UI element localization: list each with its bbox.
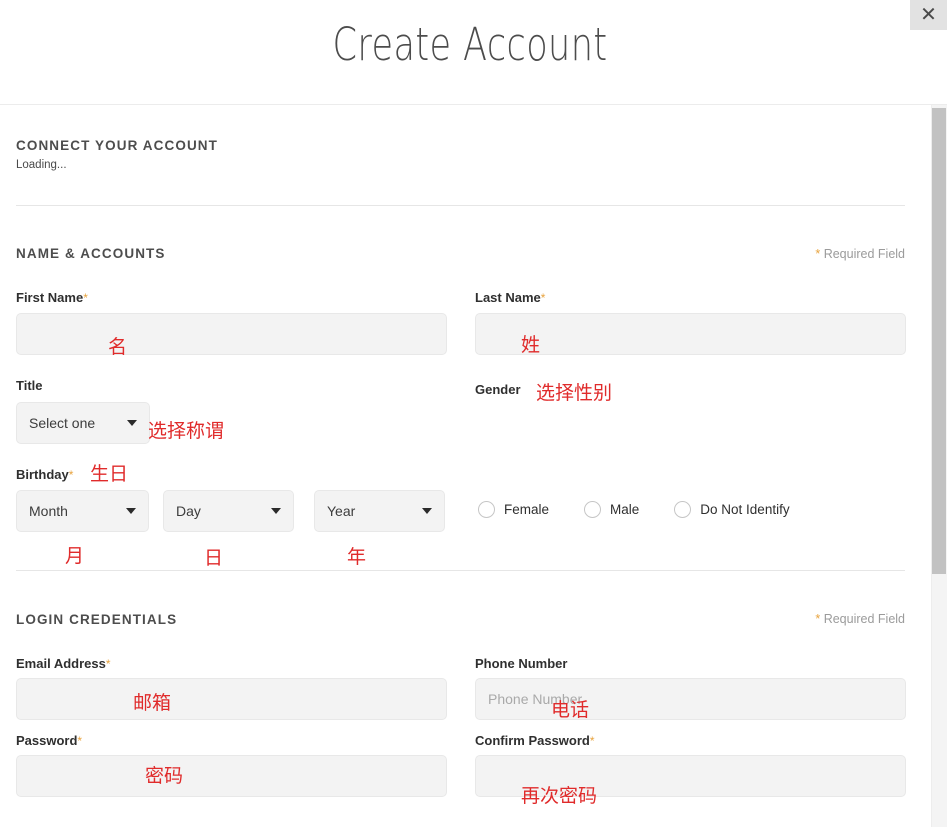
chevron-down-icon [422, 508, 432, 514]
phone-input[interactable] [475, 678, 906, 720]
phone-label: Phone Number [475, 656, 567, 671]
password-required-asterisk: * [77, 734, 82, 748]
confirm-password-label-text: Confirm Password [475, 733, 590, 748]
gender-radio-group: Female Male Do Not Identify [478, 501, 790, 518]
confirm-password-required-asterisk: * [590, 734, 595, 748]
last-name-input[interactable] [475, 313, 906, 355]
required-field-text: Required Field [820, 247, 905, 261]
chevron-down-icon [126, 508, 136, 514]
title-select[interactable]: Select one [16, 402, 150, 444]
annotation-gender: 选择性别 [536, 384, 612, 403]
connect-section-heading: CONNECT YOUR ACCOUNT [16, 138, 218, 153]
gender-option-male-label: Male [610, 502, 639, 517]
connect-loading-text: Loading... [16, 159, 67, 171]
birthday-label-text: Birthday [16, 467, 69, 482]
last-name-label: Last Name* [475, 290, 545, 305]
annotation-month: 月 [65, 547, 84, 566]
required-field-note-name: * Required Field [815, 247, 905, 261]
gender-option-female[interactable]: Female [478, 501, 549, 518]
last-name-label-text: Last Name [475, 290, 541, 305]
required-field-note-login: * Required Field [815, 612, 905, 626]
annotation-year: 年 [347, 548, 366, 567]
gender-option-do-not-identify-label: Do Not Identify [700, 502, 789, 517]
page-title: Create Account [103, 18, 836, 71]
vertical-scrollbar-thumb[interactable] [932, 108, 946, 574]
name-section-heading: NAME & ACCOUNTS [16, 246, 166, 261]
annotation-day: 日 [204, 549, 223, 568]
password-label-text: Password [16, 733, 77, 748]
modal-body: CONNECT YOUR ACCOUNT Loading... NAME & A… [0, 105, 947, 827]
title-label: Title [16, 378, 43, 393]
radio-circle-icon [478, 501, 495, 518]
confirm-password-input[interactable] [475, 755, 906, 797]
birthday-month-select[interactable]: Month [16, 490, 149, 532]
birthday-day-select[interactable]: Day [163, 490, 294, 532]
birthday-month-value: Month [29, 503, 120, 519]
section-name-and-accounts: NAME & ACCOUNTS * Required Field First N… [0, 210, 947, 570]
annotation-birthday: 生日 [90, 465, 128, 484]
confirm-password-label: Confirm Password* [475, 733, 595, 748]
gender-option-female-label: Female [504, 502, 549, 517]
birthday-year-select[interactable]: Year [314, 490, 445, 532]
divider-connect [16, 205, 905, 206]
password-input[interactable] [16, 755, 447, 797]
first-name-required-asterisk: * [83, 291, 88, 305]
email-label-text: Email Address [16, 656, 106, 671]
email-required-asterisk: * [106, 657, 111, 671]
first-name-label-text: First Name [16, 290, 83, 305]
email-input[interactable] [16, 678, 447, 720]
gender-option-do-not-identify[interactable]: Do Not Identify [674, 501, 789, 518]
birthday-required-asterisk: * [69, 468, 74, 482]
radio-circle-icon [674, 501, 691, 518]
login-section-heading: LOGIN CREDENTIALS [16, 612, 177, 627]
birthday-label: Birthday* [16, 467, 73, 482]
gender-option-male[interactable]: Male [584, 501, 639, 518]
gender-label: Gender [475, 382, 521, 397]
chevron-down-icon [127, 420, 137, 426]
annotation-title: 选择称谓 [148, 422, 224, 441]
close-icon: ✕ [920, 5, 937, 25]
create-account-modal: Create Account ✕ CONNECT YOUR ACCOUNT Lo… [0, 0, 947, 827]
password-label: Password* [16, 733, 82, 748]
birthday-year-value: Year [327, 503, 416, 519]
birthday-day-value: Day [176, 503, 265, 519]
first-name-input[interactable] [16, 313, 447, 355]
email-label: Email Address* [16, 656, 111, 671]
section-connect-your-account: CONNECT YOUR ACCOUNT Loading... [0, 105, 947, 210]
chevron-down-icon [271, 508, 281, 514]
modal-header: Create Account ✕ [0, 0, 947, 105]
radio-circle-icon [584, 501, 601, 518]
section-login-credentials: LOGIN CREDENTIALS * Required Field Email… [0, 570, 947, 827]
required-field-text: Required Field [820, 612, 905, 626]
close-button[interactable]: ✕ [910, 0, 947, 30]
last-name-required-asterisk: * [541, 291, 546, 305]
first-name-label: First Name* [16, 290, 88, 305]
title-select-value: Select one [29, 415, 121, 431]
